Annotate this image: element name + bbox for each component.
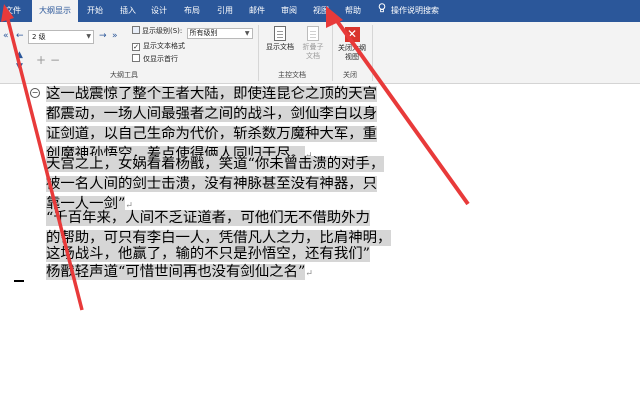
tell-me-search[interactable]: 操作说明搜索 (378, 0, 439, 22)
tab-view[interactable]: 视图 (308, 0, 334, 22)
outline-level-value: 2 级 (32, 33, 46, 41)
line-text: 证剑道，以自己生命为代价，斩杀数万魔种大军，重 (46, 126, 377, 142)
outline-tools-group-label: 大纲工具 (110, 71, 138, 79)
line-text: 杨戬轻声道“可惜世间再也没有剑仙之名” (46, 264, 306, 280)
show-document-button[interactable]: 显示文档 (262, 25, 298, 69)
show-level-value: 所有级别 (189, 29, 218, 37)
outline-line[interactable]: 都震动，一场人间最强者之间的战斗，剑仙李白以身 (46, 104, 377, 124)
show-level-icon (132, 26, 140, 34)
tab-file[interactable]: 文件 (0, 0, 26, 22)
move-down-icon[interactable]: ▼ (16, 62, 23, 72)
expand-icon[interactable]: + (36, 54, 46, 66)
outline-collapse-marker-icon[interactable]: − (30, 88, 40, 98)
line-text: “千百年来，人间不乏证道者，可他们无不借助外力 (46, 210, 370, 226)
paragraph-mark-icon: ↵ (305, 269, 313, 279)
show-text-format-label: 显示文本格式 (143, 42, 185, 50)
show-text-format-checkbox[interactable]: ✓ (132, 43, 140, 51)
chevron-down-icon: ▼ (244, 30, 250, 37)
line-text: 被一名人间的剑士击溃，没有神脉甚至没有神器，只 (46, 176, 377, 192)
group-divider (372, 25, 373, 81)
outline-line[interactable]: 证剑道，以自己生命为代价，斩杀数万魔种大军，重 (46, 124, 377, 144)
master-document-group-label: 主控文档 (278, 71, 306, 79)
tab-help[interactable]: 帮助 (340, 0, 366, 22)
line-text: 都震动，一场人间最强者之间的战斗，剑仙李白以身 (46, 106, 377, 122)
collapse-icon[interactable]: − (50, 54, 60, 66)
outline-line[interactable]: 天宫之上，女娲看着杨戬，笑道“你未曾击溃的对手， (46, 154, 385, 174)
tab-review[interactable]: 审阅 (276, 0, 302, 22)
show-text-format-row[interactable]: ✓ 显示文本格式 (132, 41, 185, 51)
tab-insert[interactable]: 插入 (115, 0, 141, 22)
tab-design[interactable]: 设计 (146, 0, 172, 22)
line-text: 天宫之上，女娲看着杨戬，笑道“你未曾击溃的对手， (46, 156, 385, 172)
promote-to-heading1-icon[interactable]: « (3, 31, 9, 41)
tell-me-label: 操作说明搜索 (391, 6, 439, 15)
close-group-label: 关闭 (343, 71, 357, 79)
outline-line[interactable]: 这场战斗，他赢了，输的不只是孙悟空，还有我们” (46, 244, 370, 264)
show-level-select[interactable]: 所有级别 ▼ (186, 28, 253, 39)
close-icon: ✕ (344, 27, 360, 42)
tab-references[interactable]: 引用 (212, 0, 238, 22)
line-text: 这场战斗，他赢了，输的不只是孙悟空，还有我们” (46, 246, 370, 262)
collapse-subdocuments-button[interactable]: 折叠子文档 (295, 25, 331, 69)
tab-outline[interactable]: 大纲显示 (32, 0, 78, 22)
group-divider (258, 25, 259, 81)
collapse-subdocuments-icon (307, 26, 319, 41)
outline-line[interactable]: 被一名人间的剑士击溃，没有神脉甚至没有神器，只 (46, 174, 377, 194)
close-outline-view-label: 关闭大纲视图 (338, 44, 366, 61)
outline-line[interactable]: “千百年来，人间不乏证道者，可他们无不借助外力 (46, 208, 370, 228)
show-first-line-row[interactable]: 仅显示首行 (132, 54, 178, 64)
chevron-down-icon: ▼ (86, 33, 91, 40)
close-outline-view-button[interactable]: ✕ 关闭大纲视图 (333, 25, 371, 69)
line-text: 这一战震惊了整个王者大陆，即使连昆仑之顶的天宫 (46, 86, 377, 102)
tab-layout[interactable]: 布局 (179, 0, 205, 22)
text-cursor (14, 280, 24, 282)
ribbon: « ← 2 级 ▼ → » ▲ ▼ + − 显示级别(S): 所有级别 ▼ ✓ 显… (0, 22, 640, 84)
tab-home[interactable]: 开始 (82, 0, 108, 22)
tab-mailings[interactable]: 邮件 (244, 0, 270, 22)
show-first-line-checkbox[interactable] (132, 54, 140, 62)
move-up-icon[interactable]: ▲ (16, 50, 23, 60)
demote-to-body-icon[interactable]: » (112, 31, 118, 41)
show-document-label: 显示文档 (266, 43, 294, 51)
show-level-row: 显示级别(S): 所有级别 ▼ (132, 26, 253, 39)
show-level-label: 显示级别(S): (142, 27, 183, 35)
ribbon-tab-bar: 文件 大纲显示 开始 插入 设计 布局 引用 邮件 审阅 视图 帮助 操作说明搜… (0, 0, 640, 22)
demote-icon[interactable]: → (99, 31, 107, 41)
collapse-subdocuments-label: 折叠子文档 (302, 43, 324, 60)
outline-level-select[interactable]: 2 级 ▼ (28, 30, 94, 44)
show-first-line-label: 仅显示首行 (143, 55, 178, 63)
outline-line[interactable]: 这一战震惊了整个王者大陆，即使连昆仑之顶的天宫 (46, 84, 377, 104)
outline-line[interactable]: 杨戬轻声道“可惜世间再也没有剑仙之名”↵ (46, 262, 313, 282)
promote-icon[interactable]: ← (16, 31, 24, 41)
lightbulb-icon (378, 0, 386, 22)
show-document-icon (274, 26, 286, 41)
